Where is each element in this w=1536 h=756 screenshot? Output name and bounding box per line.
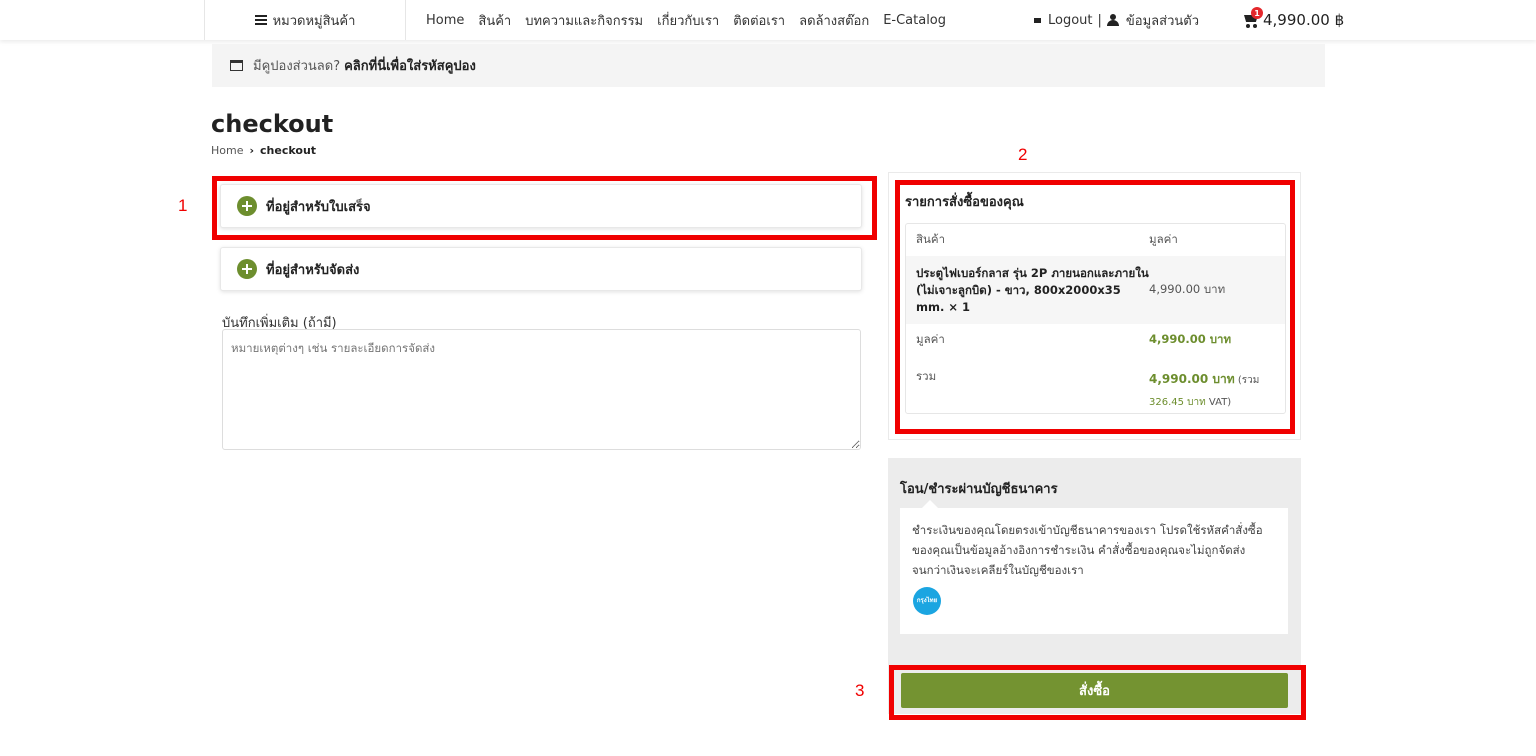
- coupon-question: มีคูปองส่วนลด?: [253, 59, 341, 74]
- nav-home[interactable]: Home: [426, 13, 464, 28]
- annotation-box-1: [212, 176, 877, 240]
- nav-ecatalog[interactable]: E-Catalog: [883, 13, 946, 28]
- annotation-box-3: [889, 665, 1306, 720]
- shipping-address-toggle[interactable]: ที่อยู่สำหรับจัดส่ง: [220, 247, 862, 291]
- user-edit-icon: [1106, 14, 1121, 26]
- category-menu-button[interactable]: หมวดหมู่สินค้า: [204, 0, 406, 40]
- bank-logo: กรุงไทย: [913, 587, 941, 615]
- sign-out-icon: [1030, 15, 1043, 26]
- payment-description-box: ชำระเงินของคุณโดยตรงเข้าบัญชีธนาคารของเร…: [900, 500, 1288, 634]
- plus-circle-icon: [237, 259, 257, 279]
- nav-about[interactable]: เกี่ยวกับเรา: [657, 10, 719, 31]
- cart-button[interactable]: 1 4,990.00 ฿: [1242, 0, 1344, 40]
- annotation-box-2: [895, 180, 1295, 434]
- shipping-address-label: ที่อยู่สำหรับจัดส่ง: [266, 262, 360, 278]
- order-note-field[interactable]: [222, 329, 861, 450]
- breadcrumb: Home › checkout: [211, 144, 316, 157]
- category-menu-label: หมวดหมู่สินค้า: [272, 13, 356, 29]
- hamburger-icon: [254, 15, 267, 25]
- calendar-icon: [230, 60, 243, 71]
- breadcrumb-home[interactable]: Home: [211, 144, 243, 157]
- profile-link[interactable]: ข้อมูลส่วนตัว: [1126, 10, 1199, 31]
- nav-clearance[interactable]: ลดล้างสต๊อก: [799, 10, 869, 31]
- coupon-link[interactable]: คลิกที่นี่เพื่อใส่รหัสคูปอง: [344, 55, 476, 76]
- cart-count-badge: 1: [1251, 7, 1263, 19]
- annotation-label-2: 2: [1018, 145, 1028, 164]
- top-navbar: หมวดหมู่สินค้า Home สินค้า บทความและกิจก…: [0, 0, 1536, 40]
- annotation-label-1: 1: [178, 196, 188, 215]
- breadcrumb-chevron-icon: ›: [249, 144, 255, 157]
- annotation-label-3: 3: [855, 681, 865, 700]
- page-title: checkout: [211, 110, 334, 138]
- breadcrumb-current: checkout: [260, 144, 317, 157]
- cart-total: 4,990.00 ฿: [1263, 11, 1345, 29]
- payment-description: ชำระเงินของคุณโดยตรงเข้าบัญชีธนาคารของเร…: [912, 523, 1263, 577]
- payment-method-title[interactable]: โอน/ชำระผ่านบัญชีธนาคาร: [900, 478, 1058, 499]
- main-nav: Home สินค้า บทความและกิจกรรม เกี่ยวกับเร…: [426, 0, 946, 40]
- coupon-bar: มีคูปองส่วนลด? คลิกที่นี่เพื่อใส่รหัสคูป…: [212, 44, 1325, 87]
- payment-methods: โอน/ชำระผ่านบัญชีธนาคาร ชำระเงินของคุณโด…: [888, 458, 1301, 664]
- account-links: Logout | ข้อมูลส่วนตัว: [1030, 0, 1199, 40]
- nav-products[interactable]: สินค้า: [478, 10, 511, 31]
- nav-articles[interactable]: บทความและกิจกรรม: [525, 10, 643, 31]
- account-divider: |: [1097, 12, 1102, 28]
- cart-icon: 1: [1242, 7, 1263, 28]
- nav-contact[interactable]: ติดต่อเรา: [733, 10, 785, 31]
- logout-link[interactable]: Logout: [1048, 13, 1093, 28]
